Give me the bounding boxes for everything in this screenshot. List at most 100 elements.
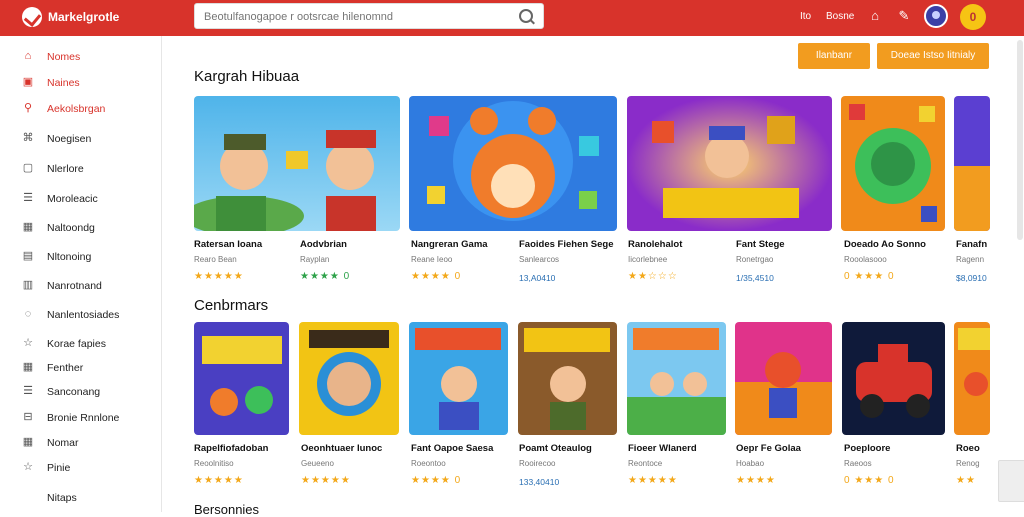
game-thumbnail-art: [409, 322, 508, 435]
game-thumbnail-art: [194, 322, 289, 435]
grid-icon: ▦: [22, 221, 34, 233]
sidebar-item-label: Nomes: [47, 51, 81, 63]
game-thumbnail[interactable]: [954, 96, 990, 231]
game-title[interactable]: Fanafn: [956, 239, 990, 250]
sidebar-item-nomes[interactable]: ⌂ Nomes: [0, 45, 160, 67]
sidebar-item-label: Fenther: [47, 362, 84, 374]
game-thumbnail[interactable]: [842, 322, 945, 435]
side-panel-handle[interactable]: [998, 460, 1024, 502]
sidebar-item-label: Naltoondg: [47, 222, 95, 234]
sidebar-item-nanrotnand[interactable]: ▥ Nanrotnand: [0, 274, 160, 296]
game-thumbnail[interactable]: [627, 96, 832, 231]
game-thumbnail[interactable]: [299, 322, 399, 435]
sidebar-item-label: Korae fapies: [47, 338, 106, 350]
avatar[interactable]: [924, 4, 948, 28]
topbar-link-1[interactable]: Ito: [800, 11, 811, 22]
sidebar-item-pinie[interactable]: ☆ Pinie: [0, 456, 160, 478]
game-thumbnail-art: [194, 96, 400, 231]
sidebar-item-noegisen[interactable]: ⌘ Noegisen: [0, 127, 160, 149]
rating-stars: ★★★★★: [301, 475, 351, 486]
sidebar-item-label: Nanlentosiades: [47, 309, 120, 321]
game-title[interactable]: Poamt Oteaulog: [519, 443, 619, 454]
sidebar-item-label: Pinie: [47, 462, 71, 474]
game-thumbnail[interactable]: [735, 322, 832, 435]
chart-icon: ⌘: [22, 132, 34, 144]
game-subtitle: Rooirecoo: [519, 459, 556, 468]
scrollbar[interactable]: [1017, 40, 1023, 240]
search-icon[interactable]: [519, 9, 533, 23]
game-title[interactable]: Poeploore: [844, 443, 944, 454]
game-title[interactable]: Fant Oapoe Saesa: [411, 443, 511, 454]
sidebar-item-nlerlore[interactable]: ▢ Nlerlore: [0, 157, 160, 179]
game-subtitle: Reoolnitiso: [194, 459, 234, 468]
bell-icon[interactable]: ✎: [897, 9, 911, 23]
rating-stars: ★★★★★: [194, 475, 244, 486]
sidebar-item-nltonoing[interactable]: ▤ Nltonoing: [0, 245, 160, 267]
sidebar-item-fenther[interactable]: ▦ Fenther: [0, 356, 160, 378]
rating-stars: ★★★★ 0: [411, 271, 462, 282]
section-title: Bersonnies: [194, 502, 260, 517]
rating-stars: ★★: [956, 475, 976, 486]
game-thumbnail[interactable]: [194, 96, 400, 231]
game-thumbnail[interactable]: [627, 322, 726, 435]
sidebar-item-label: Moroleacic: [47, 193, 98, 205]
sidebar-item-label: Nltonoing: [47, 251, 92, 263]
download-count: 13,A0410: [519, 273, 556, 283]
sidebar-item-aekolsbrgan[interactable]: ⚲ Aekolsbrgan: [0, 97, 160, 119]
sidebar-item-naltoondg[interactable]: ▦ Naltoondg: [0, 216, 160, 238]
game-title[interactable]: Fant Stege: [736, 239, 836, 250]
rating-stars: ★★★★ 0: [411, 475, 462, 486]
rating-stars: 0 ★★★ 0: [844, 271, 895, 282]
game-title[interactable]: Doeado Ao Sonno: [844, 239, 944, 250]
topbar-link-2[interactable]: Bosne: [826, 11, 854, 22]
browse-button[interactable]: Doeae Istso Iitnialy: [877, 43, 989, 69]
game-title[interactable]: Oeonhtuaer Iunoc: [301, 443, 401, 454]
top-bar: Markelgrotle Ito Bosne ⌂ ✎ 0: [0, 0, 1024, 36]
sidebar-item-label: Nitaps: [47, 492, 77, 504]
download-count: 133,40410: [519, 477, 560, 487]
game-thumbnail[interactable]: [409, 322, 508, 435]
game-title[interactable]: Aodvbrian: [300, 239, 400, 250]
search-input[interactable]: [202, 8, 506, 26]
star-outline-icon: ☆: [23, 337, 33, 349]
star-icon: ☆: [23, 461, 33, 473]
sidebar-item-label: Aekolsbrgan: [47, 103, 106, 115]
game-thumbnail[interactable]: [518, 322, 617, 435]
home-icon[interactable]: ⌂: [868, 9, 882, 23]
sidebar-item-sanconang[interactable]: ☰ Sanconang: [0, 380, 160, 402]
box-icon: ▢: [22, 162, 34, 174]
tag-icon: ◌: [24, 308, 32, 320]
game-thumbnail-art: [954, 96, 990, 231]
rating-stars: ★★★★★: [628, 475, 678, 486]
sidebar-item-nanlentosiades[interactable]: ◌ Nanlentosiades: [0, 303, 160, 325]
sidebar-item-bronie-rnnlone[interactable]: ⊟ Bronie Rnnlone: [0, 406, 160, 428]
download-count: 1/35,4510: [736, 273, 774, 283]
game-title[interactable]: Roeo: [956, 443, 990, 454]
sidebar: ⌂ Nomes ▣ Naines ⚲ Aekolsbrgan ⌘ Noegisen ▢ N…: [0, 36, 162, 512]
game-title[interactable]: Faoides Fiehen Sege: [519, 239, 619, 250]
game-title[interactable]: Oepr Fe Golaa: [736, 443, 836, 454]
game-thumbnail[interactable]: [954, 322, 990, 435]
rating-stars: ★★★★ 0: [300, 271, 351, 282]
game-title[interactable]: Rapelfiofadoban: [194, 443, 294, 454]
game-title[interactable]: Fioeer Wlanerd: [628, 443, 728, 454]
sidebar-item-label: Bronie Rnnlone: [47, 412, 120, 424]
game-title[interactable]: Ranolehalot: [628, 239, 728, 250]
game-title[interactable]: Nangreran Gama: [411, 239, 511, 250]
brand-name[interactable]: Markelgrotle: [48, 10, 119, 24]
sidebar-item-naines[interactable]: ▣ Naines: [0, 71, 160, 93]
game-thumbnail[interactable]: [194, 322, 289, 435]
sidebar-item-korae-fapies[interactable]: ☆ Korae fapies: [0, 332, 160, 354]
logo-icon[interactable]: [22, 7, 42, 27]
coin-badge[interactable]: 0: [960, 4, 986, 30]
sidebar-item-nitaps[interactable]: Nitaps: [0, 486, 160, 508]
game-title[interactable]: Ratersan Ioana: [194, 239, 294, 250]
game-thumbnail[interactable]: [409, 96, 617, 231]
book-icon: ▤: [22, 250, 34, 262]
game-subtitle: Raeoos: [844, 459, 872, 468]
sidebar-item-nomar[interactable]: ▦ Nomar: [0, 431, 160, 453]
filter-button[interactable]: Ilanbanr: [798, 43, 870, 69]
game-thumbnail[interactable]: [841, 96, 945, 231]
search-box[interactable]: [194, 3, 544, 29]
sidebar-item-moroleacic[interactable]: ☰ Moroleacic: [0, 187, 160, 209]
